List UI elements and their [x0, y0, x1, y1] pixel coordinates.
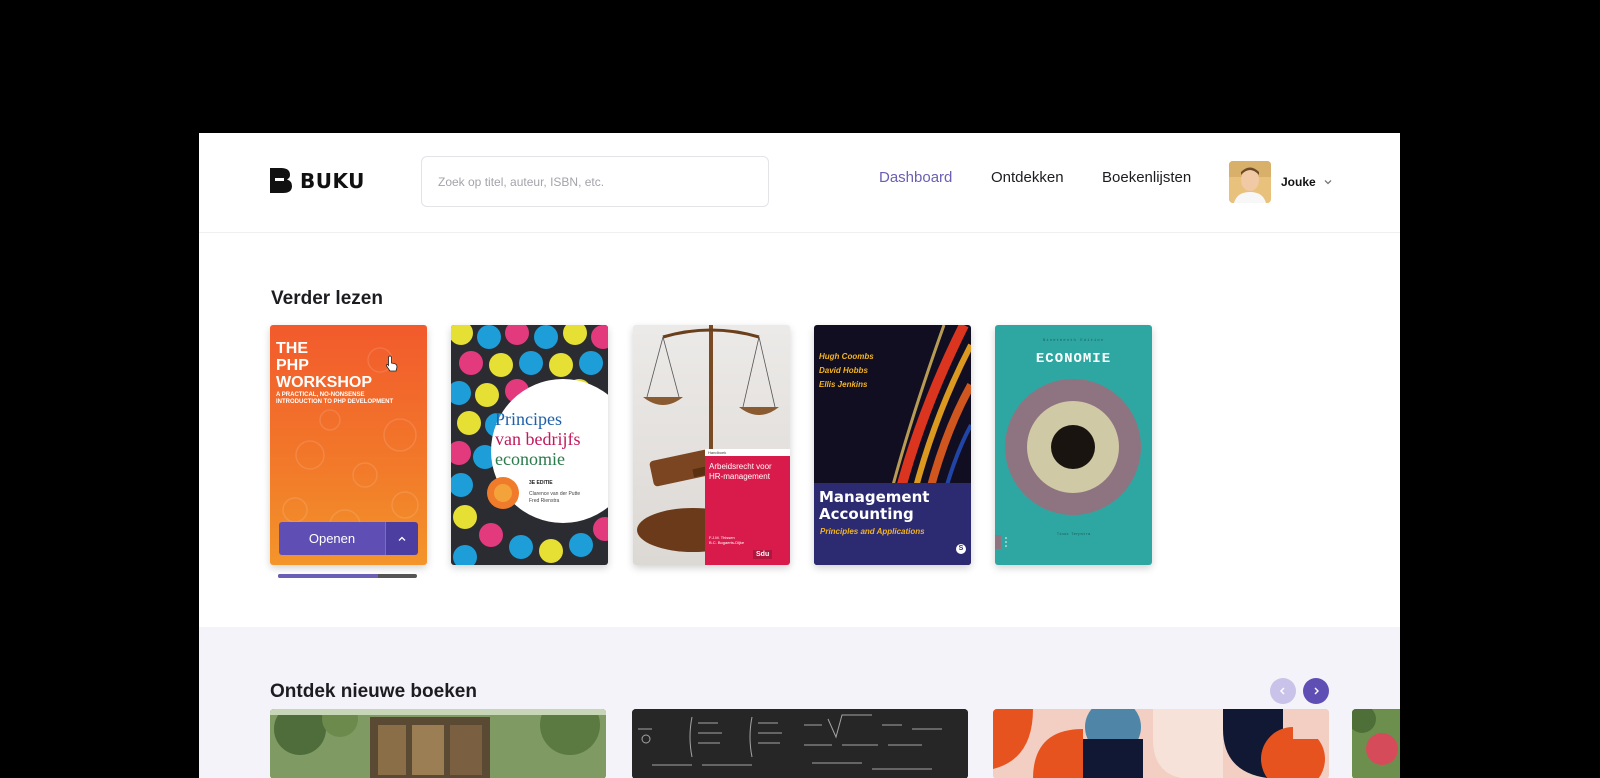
avatar: [1229, 161, 1271, 203]
discover-tile-abstract[interactable]: [993, 709, 1329, 778]
nav-boekenlijsten[interactable]: Boekenlijsten: [1102, 169, 1191, 186]
book-title: Principes van bedrijfs economie: [495, 409, 581, 469]
nav-dashboard[interactable]: Dashboard: [879, 169, 952, 186]
continue-reading-title: Verder lezen: [271, 288, 383, 309]
tile-image: [1352, 709, 1400, 778]
book-title: Arbeidsrecht voor HR-management: [709, 462, 772, 481]
book-arbeidsrecht[interactable]: Handboek Arbeidsrecht voor HR-management…: [633, 325, 790, 565]
tile-image: [993, 709, 1329, 778]
open-options-button[interactable]: [385, 522, 418, 555]
book-authors: F.J.M. Thissen B.C. Bogaerts-Dijke: [709, 535, 745, 545]
reading-progress-bar: [278, 574, 417, 578]
search-input[interactable]: [421, 156, 769, 207]
book-author: Tinus Terpstra: [1056, 533, 1091, 537]
mouse-cursor-icon: [385, 355, 398, 372]
book-principes-bedrijfseconomie[interactable]: Principes van bedrijfs economie 3E EDITI…: [451, 325, 608, 565]
tile-image: [270, 709, 606, 778]
publisher-logo: S: [956, 544, 966, 554]
open-button-group: Openen: [279, 522, 418, 555]
discover-title: Ontdek nieuwe boeken: [270, 681, 477, 702]
logo[interactable]: BUKU: [270, 168, 365, 193]
book-economie[interactable]: Nineteenth Edition ECONOMIE Tinus Terpst…: [995, 325, 1152, 565]
chevron-right-icon: [1314, 687, 1319, 695]
book-subtitle: Principles and Applications: [820, 527, 925, 536]
user-menu[interactable]: Jouke: [1229, 161, 1333, 203]
carousel-next-button[interactable]: [1303, 678, 1329, 704]
book-title: Management Accounting: [819, 488, 930, 523]
chevron-left-icon: [1280, 687, 1285, 695]
discover-tile-math[interactable]: [632, 709, 968, 778]
top-header: BUKU Dashboard Ontdekken Boekenlijsten J…: [199, 133, 1400, 233]
user-name: Jouke: [1281, 175, 1316, 189]
publisher-logo: Sdu: [753, 550, 773, 559]
book-subtitle: A PRACTICAL, NO-NONSENSE INTRODUCTION TO…: [276, 392, 394, 405]
discover-tile-bookshop[interactable]: [270, 709, 606, 778]
app-window: BUKU Dashboard Ontdekken Boekenlijsten J…: [199, 133, 1400, 778]
reading-progress-fill: [278, 574, 379, 578]
book-edition: 3E EDITIE: [529, 480, 553, 486]
discover-tile-partial[interactable]: [1352, 709, 1400, 778]
book-management-accounting[interactable]: Hugh Coombs David Hobbs Ellis Jenkins Ma…: [814, 325, 971, 565]
book-authors: Clarence van der Putte Fred Rienstra: [529, 491, 581, 504]
logo-text: BUKU: [300, 168, 365, 193]
book-title: THE PHP WORKSHOP: [276, 340, 372, 391]
nav-ontdekken[interactable]: Ontdekken: [991, 169, 1064, 186]
book-inset-cover: Handboek Arbeidsrecht voor HR-management…: [705, 449, 790, 565]
book-php-workshop[interactable]: THE PHP WORKSHOP A PRACTICAL, NO-NONSENS…: [270, 325, 427, 565]
chevron-down-icon: [1324, 180, 1332, 185]
chevron-up-icon: [398, 536, 406, 541]
book-authors: Hugh Coombs David Hobbs Ellis Jenkins: [819, 352, 874, 389]
tile-image: [632, 709, 968, 778]
carousel-prev-button[interactable]: [1270, 678, 1296, 704]
discover-section: Ontdek nieuwe boeken: [199, 627, 1400, 778]
open-button[interactable]: Openen: [279, 522, 385, 555]
logo-icon: [270, 168, 292, 193]
book-cover-target: [995, 379, 1141, 549]
